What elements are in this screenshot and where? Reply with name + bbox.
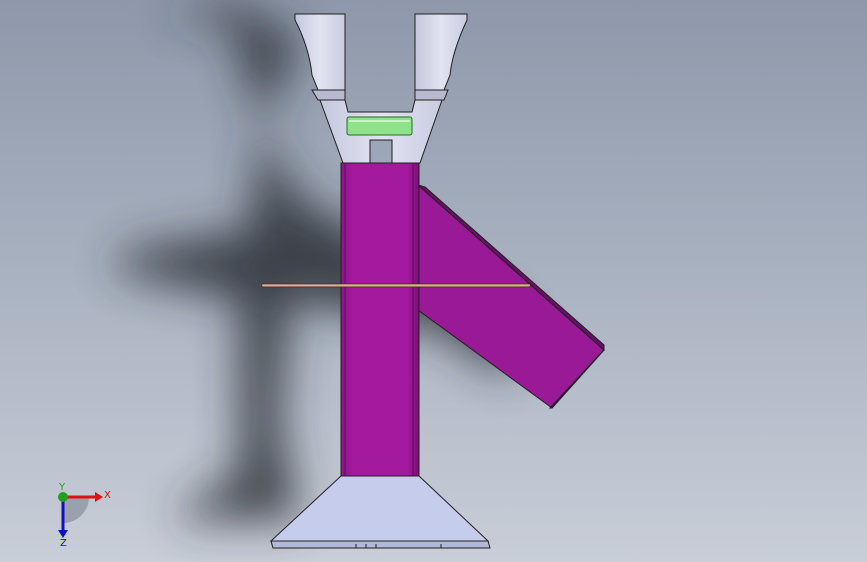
graphics-viewport[interactable]: X Y Z xyxy=(0,0,867,562)
cross-rod[interactable] xyxy=(261,283,531,288)
reference-triad[interactable]: X Y Z xyxy=(40,478,120,548)
angled-strut[interactable] xyxy=(417,183,605,409)
green-insert[interactable] xyxy=(346,116,413,136)
base-plate xyxy=(270,540,491,549)
x-axis-arrow xyxy=(95,492,103,502)
base-flare[interactable] xyxy=(269,475,491,549)
fork-bracket[interactable] xyxy=(294,13,468,164)
model-scene[interactable] xyxy=(0,0,867,562)
x-axis-label: X xyxy=(104,490,111,501)
fork-left-prong xyxy=(294,13,346,91)
y-axis-origin xyxy=(58,492,68,502)
fork-collar-left xyxy=(311,89,346,101)
fork-collar-right xyxy=(414,89,449,101)
main-column[interactable] xyxy=(340,162,420,477)
y-axis-label: Y xyxy=(58,482,66,493)
fork-right-prong xyxy=(414,13,468,91)
z-axis-label: Z xyxy=(60,538,67,548)
z-axis-arrow xyxy=(58,530,68,538)
triad-quadrant xyxy=(63,497,89,523)
